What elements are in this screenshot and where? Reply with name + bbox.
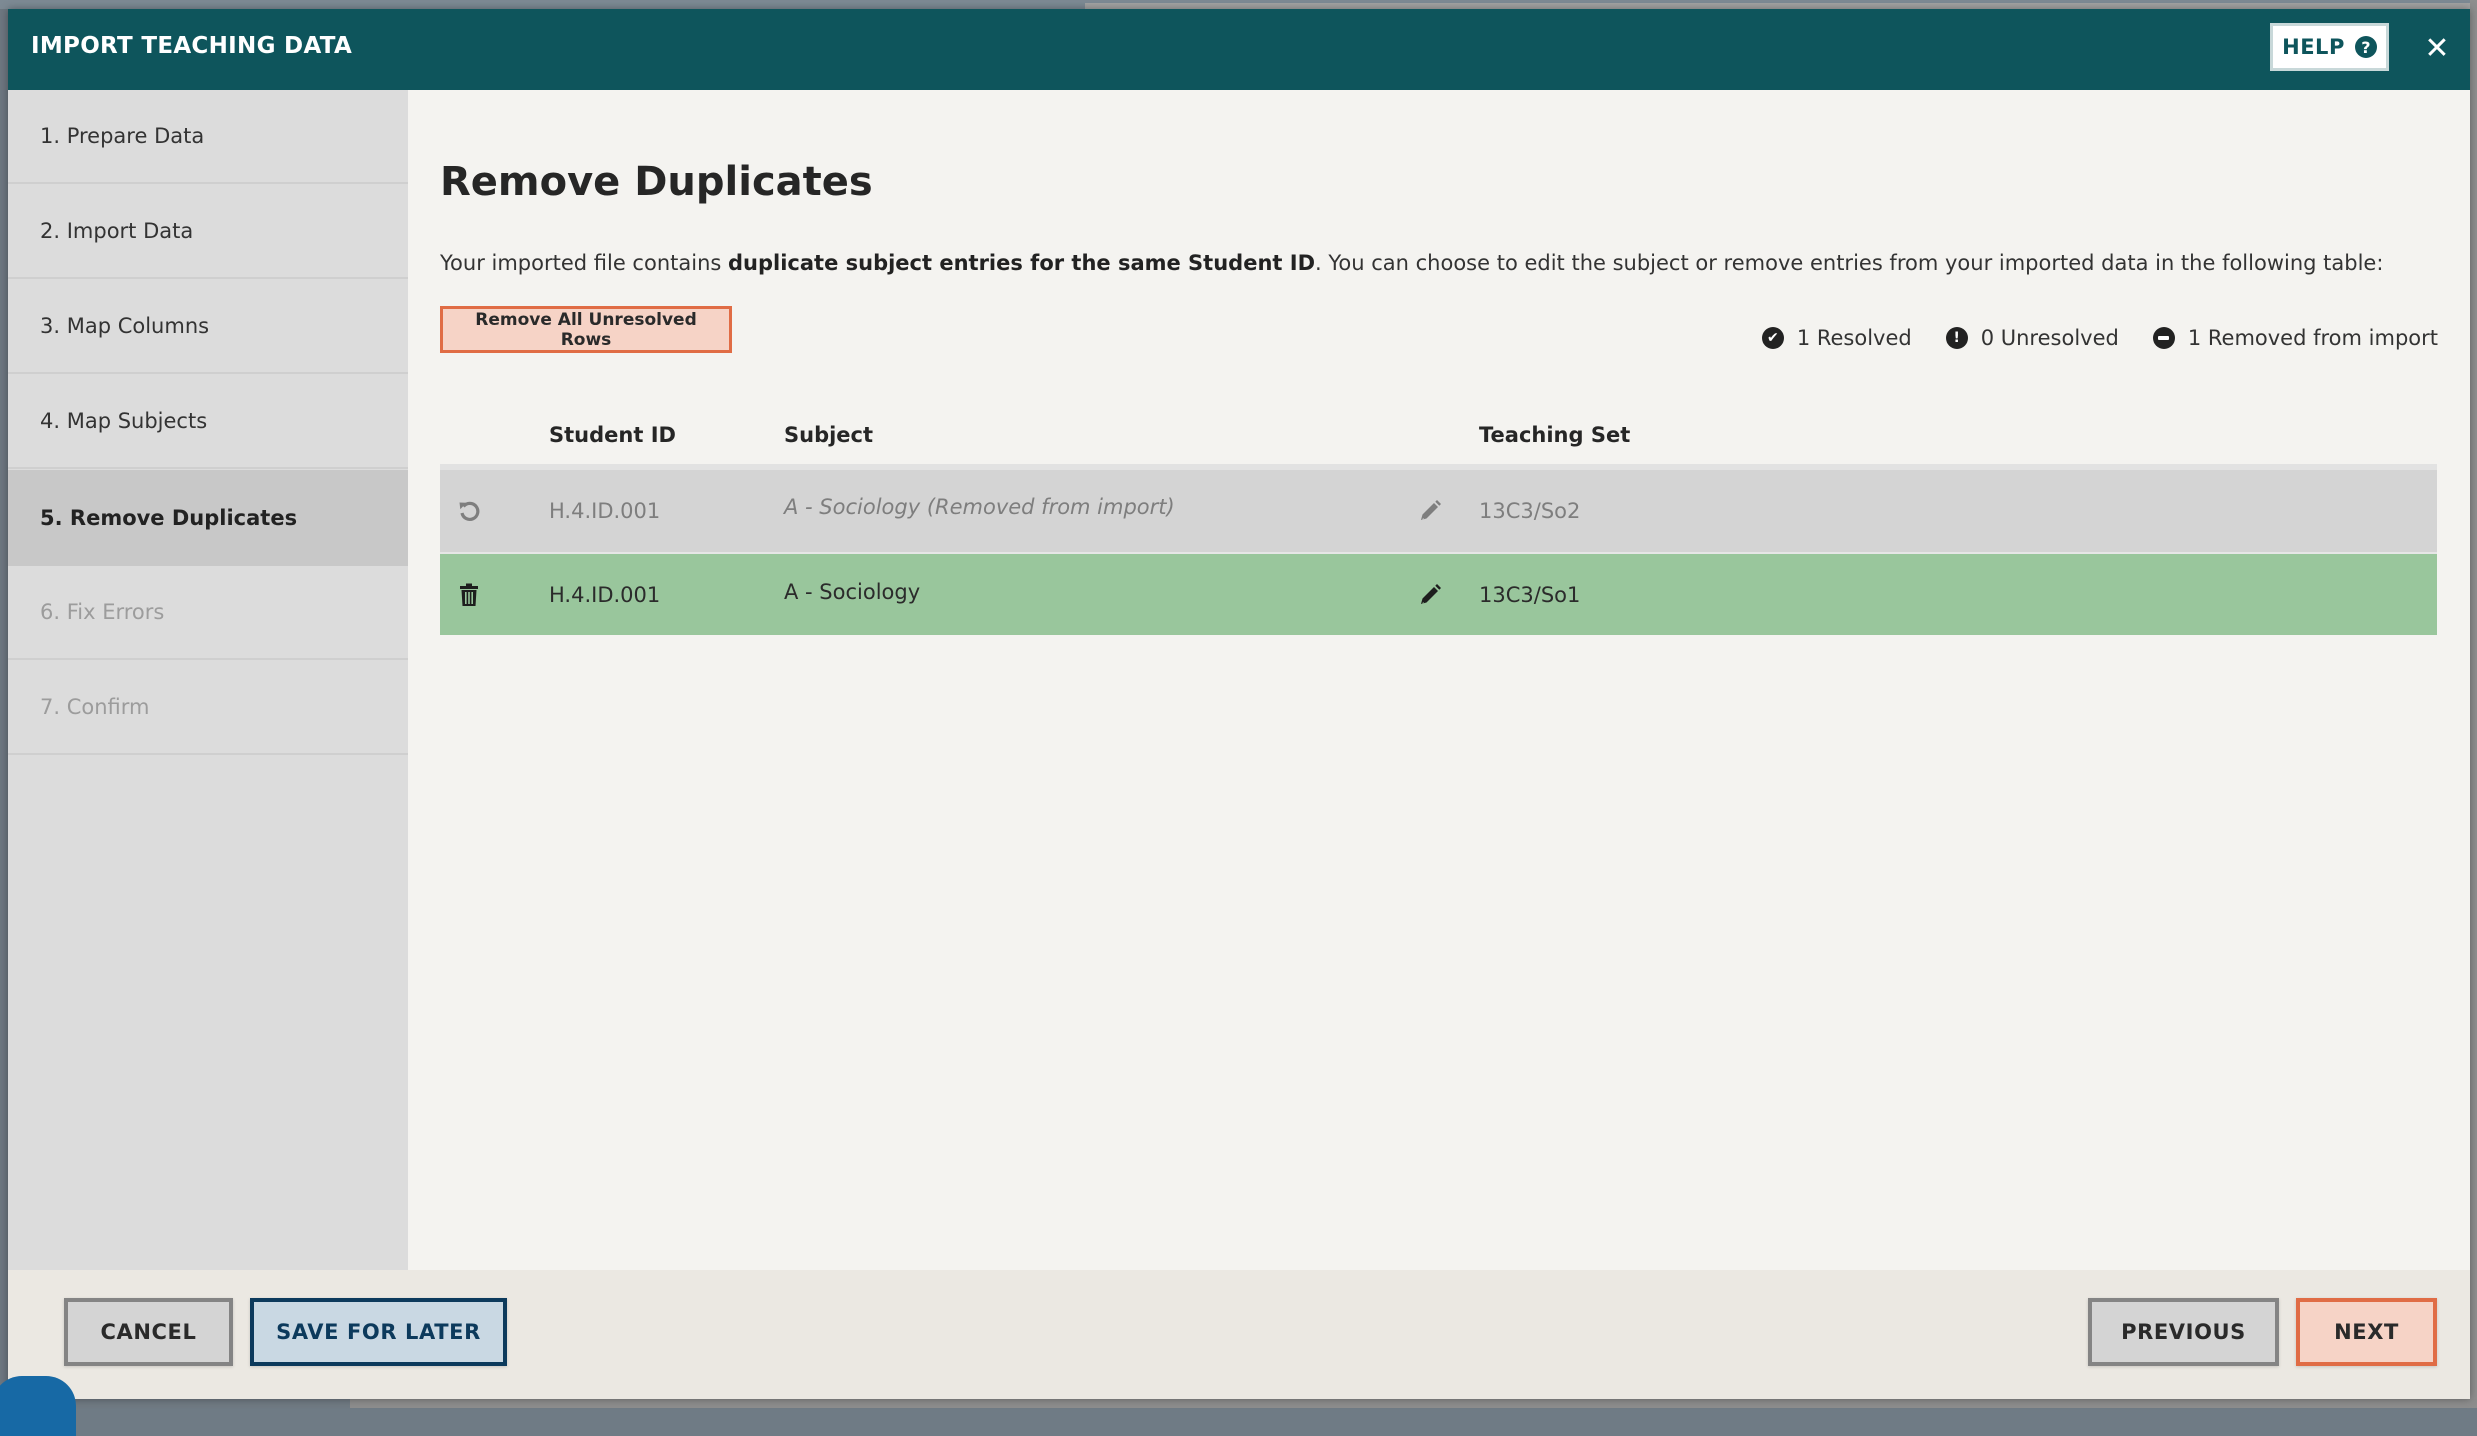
pencil-icon [1418,583,1442,607]
cancel-button[interactable]: CANCEL [64,1298,233,1366]
description-suffix: . You can choose to edit the subject or … [1315,251,2384,275]
step-map-subjects[interactable]: 4. Map Subjects [8,375,408,469]
remove-all-unresolved-button[interactable]: Remove All Unresolved Rows [440,306,732,353]
undo-icon [457,499,481,523]
step-label: 6. Fix Errors [40,600,165,624]
column-header-student-id: Student ID [549,423,676,447]
page-title: Remove Duplicates [440,159,873,205]
exclamation-circle-icon: ! [1945,327,1968,349]
question-circle-icon: ? [2354,36,2377,58]
subject-cell: A - Sociology [784,579,921,604]
step-label: 7. Confirm [40,695,150,719]
step-label: 2. Import Data [40,219,194,243]
delete-row-button[interactable] [459,554,479,635]
check-circle-icon: ✔ [1761,327,1784,349]
close-button[interactable]: ✕ [2424,30,2450,66]
legend-removed: 1 Removed from import [2152,326,2438,350]
duplicates-table: Student ID Subject Teaching Set H.4.ID.0… [440,410,2437,635]
teaching-set-cell: 13C3/So1 [1479,582,1581,607]
step-import-data[interactable]: 2. Import Data [8,185,408,279]
background-bottom-strip-right [350,1399,2477,1408]
description-text: Your imported file contains duplicate su… [440,251,2383,275]
import-teaching-data-dialog: IMPORT TEACHING DATA HELP ? ✕ 1. Prepare… [8,9,2470,1399]
student-id-cell: H.4.ID.001 [549,499,661,523]
step-label: 4. Map Subjects [40,409,208,433]
chat-widget-button[interactable] [0,1376,76,1436]
step-label: 1. Prepare Data [40,124,205,148]
help-button-label: HELP [2282,35,2345,59]
edit-subject-button[interactable] [1418,470,1442,552]
subject-cell: A - Sociology (Removed from import) [784,495,1175,519]
pencil-icon [1418,499,1442,523]
legend-resolved: ✔ 1 Resolved [1761,326,1912,350]
edit-subject-button[interactable] [1418,554,1442,635]
trash-icon [459,583,479,607]
column-header-teaching-set: Teaching Set [1479,423,1631,447]
help-button[interactable]: HELP ? [2270,23,2389,71]
step-label: 3. Map Columns [40,314,210,338]
column-header-subject: Subject [784,423,874,447]
teaching-set-cell: 13C3/So2 [1479,499,1581,523]
step-map-columns[interactable]: 3. Map Columns [8,280,408,374]
step-fix-errors: 6. Fix Errors [8,566,408,660]
close-icon: ✕ [2424,30,2450,66]
legend-unresolved-label: 0 Unresolved [1980,326,2119,350]
save-for-later-button[interactable]: SAVE FOR LATER [250,1298,507,1366]
next-button[interactable]: NEXT [2296,1298,2437,1366]
dialog-title: IMPORT TEACHING DATA [31,33,353,59]
previous-button[interactable]: PREVIOUS [2088,1298,2279,1366]
table-row: H.4.ID.001 A - Sociology 13C3/So1 [440,552,2437,635]
legend-resolved-label: 1 Resolved [1796,326,1912,350]
background-right-edge [2470,0,2477,1408]
student-id-cell: H.4.ID.001 [549,582,661,607]
step-confirm: 7. Confirm [8,661,408,755]
dialog-footer: CANCEL SAVE FOR LATER PREVIOUS NEXT [8,1270,2470,1399]
legend-removed-label: 1 Removed from import [2187,326,2438,350]
table-row: H.4.ID.001 A - Sociology (Removed from i… [440,464,2437,552]
description-prefix: Your imported file contains [440,251,728,275]
legend-unresolved: ! 0 Unresolved [1945,326,2119,350]
description-bold: duplicate subject entries for the same S… [728,251,1315,275]
step-prepare-data[interactable]: 1. Prepare Data [8,90,408,184]
background-page [0,0,8,1408]
dialog-header: IMPORT TEACHING DATA HELP ? ✕ [8,9,2470,90]
wizard-steps-sidebar: 1. Prepare Data 2. Import Data 3. Map Co… [8,90,408,1270]
status-legend: ✔ 1 Resolved ! 0 Unresolved 1 Removed fr… [1761,326,2438,350]
undo-button[interactable] [457,470,481,552]
table-header: Student ID Subject Teaching Set [440,410,2437,464]
minus-circle-icon [2152,327,2175,349]
step-label: 5. Remove Duplicates [40,506,298,530]
main-content: Remove Duplicates Your imported file con… [408,90,2470,1270]
step-remove-duplicates[interactable]: 5. Remove Duplicates [8,470,408,566]
